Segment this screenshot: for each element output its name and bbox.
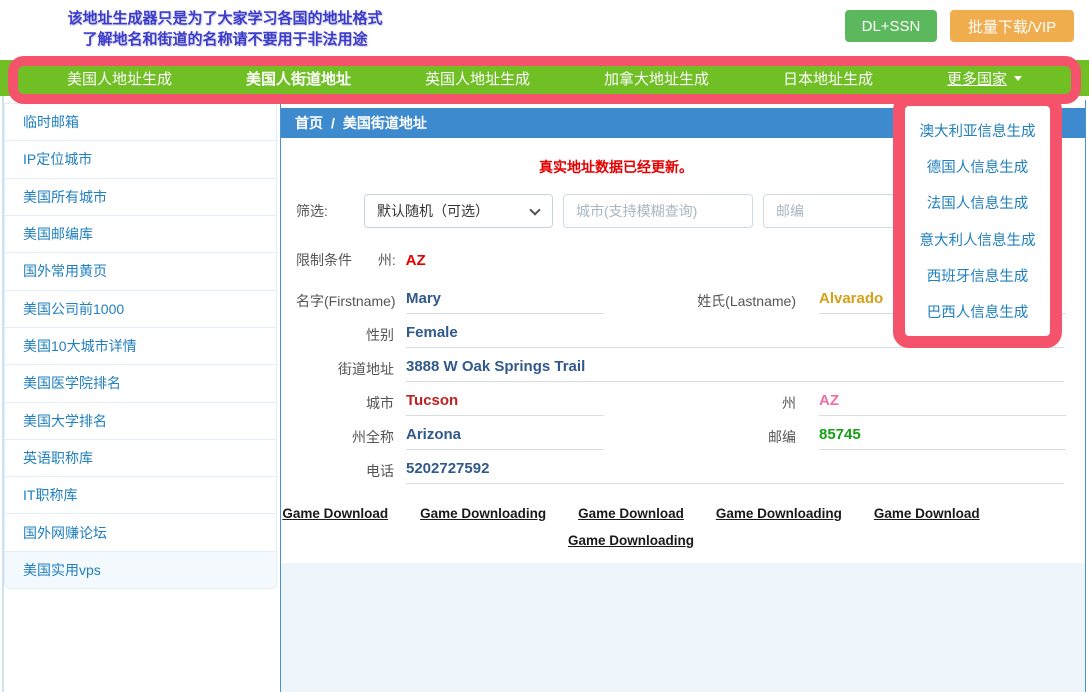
state-label: 州 bbox=[604, 390, 796, 416]
caret-down-icon bbox=[1014, 76, 1022, 81]
filter-label: 筛选: bbox=[296, 201, 336, 221]
data-updated-notice: 真实地址数据已经更新。 bbox=[281, 157, 951, 177]
form-row-street: 街道地址 3888 W Oak Springs Trail bbox=[296, 356, 1071, 382]
street-value[interactable]: 3888 W Oak Springs Trail bbox=[406, 356, 1064, 382]
game-link[interactable]: Game Download bbox=[874, 506, 980, 521]
main-navbar: 美国人地址生成 美国人街道地址 英国人地址生成 加拿大地址生成 日本地址生成 更… bbox=[0, 60, 1089, 96]
city-label: 城市 bbox=[296, 390, 394, 416]
state-full-value[interactable]: Arizona bbox=[406, 424, 604, 450]
sidebar-item-us-top10-cities[interactable]: 美国10大城市详情 bbox=[5, 328, 276, 365]
disclaimer-line-2: 了解地名和街道的名称请不要用于非法用途 bbox=[30, 29, 420, 50]
dropdown-item-italy[interactable]: 意大利人信息生成 bbox=[920, 229, 1036, 250]
breadcrumb-current: 美国街道地址 bbox=[343, 113, 427, 133]
disclaimer-line-1: 该地址生成器只是为了大家学习各国的地址格式 bbox=[30, 8, 420, 29]
form-row-statefull-zip: 州全称 Arizona 邮编 85745 bbox=[296, 424, 1071, 450]
state-full-label: 州全称 bbox=[296, 424, 394, 450]
street-label: 街道地址 bbox=[296, 356, 394, 382]
game-link[interactable]: Game Downloading bbox=[568, 533, 694, 548]
dropdown-item-germany[interactable]: 德国人信息生成 bbox=[927, 156, 1029, 177]
sidebar-item-it-job-titles[interactable]: IT职称库 bbox=[5, 477, 276, 514]
lastname-label: 姓氏(Lastname) bbox=[604, 288, 796, 314]
dropdown-item-spain[interactable]: 西班牙信息生成 bbox=[927, 265, 1029, 286]
firstname-label: 名字(Firstname) bbox=[296, 288, 394, 314]
site-disclaimer: 该地址生成器只是为了大家学习各国的地址格式 了解地名和街道的名称请不要用于非法用… bbox=[30, 8, 420, 50]
game-link[interactable]: Game Downloading bbox=[420, 506, 546, 521]
zip-label: 邮编 bbox=[604, 424, 796, 450]
state-value[interactable]: AZ bbox=[819, 390, 1066, 416]
nav-item-japan-address[interactable]: 日本地址生成 bbox=[783, 68, 873, 89]
breadcrumb-separator: / bbox=[331, 115, 335, 131]
sidebar: 临时邮箱 IP定位城市 美国所有城市 美国邮编库 国外常用黄页 美国公司前100… bbox=[4, 103, 277, 589]
nav-item-us-address[interactable]: 美国人地址生成 bbox=[67, 68, 172, 89]
dropdown-item-france[interactable]: 法国人信息生成 bbox=[927, 192, 1029, 213]
game-links-row-2: Game Downloading bbox=[301, 533, 961, 548]
nav-item-canada-address[interactable]: 加拿大地址生成 bbox=[604, 68, 709, 89]
more-countries-label: 更多国家 bbox=[947, 68, 1007, 89]
content-empty-area bbox=[281, 563, 1085, 692]
constraint-label: 限制条件 bbox=[296, 252, 352, 268]
game-link[interactable]: Game Downloading bbox=[716, 506, 842, 521]
zip-value[interactable]: 85745 bbox=[819, 424, 1066, 450]
sidebar-item-english-job-titles[interactable]: 英语职称库 bbox=[5, 440, 276, 477]
breadcrumb-home-link[interactable]: 首页 bbox=[295, 113, 323, 133]
sidebar-item-ip-city[interactable]: IP定位城市 bbox=[5, 141, 276, 178]
dropdown-item-brazil[interactable]: 巴西人信息生成 bbox=[927, 301, 1029, 322]
sidebar-item-us-university-ranking[interactable]: 美国大学排名 bbox=[5, 403, 276, 440]
random-mode-select-value: 默认随机（可选） bbox=[377, 201, 489, 221]
sidebar-item-yellow-pages[interactable]: 国外常用黄页 bbox=[5, 253, 276, 290]
sidebar-item-temp-mail[interactable]: 临时邮箱 bbox=[5, 104, 276, 141]
dropdown-item-australia[interactable]: 澳大利亚信息生成 bbox=[920, 120, 1036, 141]
sidebar-item-us-all-cities[interactable]: 美国所有城市 bbox=[5, 179, 276, 216]
sidebar-item-us-top1000-companies[interactable]: 美国公司前1000 bbox=[5, 291, 276, 328]
form-row-phone: 电话 5202727592 bbox=[296, 458, 1071, 484]
phone-value[interactable]: 5202727592 bbox=[406, 458, 1064, 484]
sidebar-item-us-vps[interactable]: 美国实用vps bbox=[5, 552, 276, 588]
phone-label: 电话 bbox=[296, 458, 394, 484]
sidebar-item-us-zipcodes[interactable]: 美国邮编库 bbox=[5, 216, 276, 253]
nav-item-us-street-address[interactable]: 美国人街道地址 bbox=[246, 68, 351, 89]
city-filter-input[interactable] bbox=[563, 194, 753, 228]
constraint-row: 限制条件 州: AZ bbox=[296, 250, 426, 270]
top-header: 该地址生成器只是为了大家学习各国的地址格式 了解地名和街道的名称请不要用于非法用… bbox=[0, 0, 1089, 60]
batch-download-vip-button[interactable]: 批量下载/VIP bbox=[950, 10, 1074, 42]
random-mode-select[interactable]: 默认随机（可选） bbox=[364, 194, 553, 228]
firstname-value[interactable]: Mary bbox=[406, 288, 604, 314]
more-countries-dropdown: 澳大利亚信息生成 德国人信息生成 法国人信息生成 意大利人信息生成 西班牙信息生… bbox=[893, 94, 1062, 348]
chevron-down-icon bbox=[529, 204, 540, 215]
sidebar-item-us-medical-schools[interactable]: 美国医学院排名 bbox=[5, 365, 276, 402]
city-value[interactable]: Tucson bbox=[406, 390, 604, 416]
nav-item-uk-address[interactable]: 英国人地址生成 bbox=[425, 68, 530, 89]
game-link[interactable]: Game Download bbox=[282, 506, 388, 521]
gender-label: 性别 bbox=[296, 322, 394, 348]
form-row-city-state: 城市 Tucson 州 AZ bbox=[296, 390, 1071, 416]
nav-item-more-countries[interactable]: 更多国家 bbox=[947, 68, 1022, 89]
dl-ssn-button[interactable]: DL+SSN bbox=[845, 10, 937, 42]
page: 该地址生成器只是为了大家学习各国的地址格式 了解地名和街道的名称请不要用于非法用… bbox=[0, 0, 1089, 692]
sidebar-item-forums[interactable]: 国外网赚论坛 bbox=[5, 514, 276, 551]
constraint-state-label: 州: bbox=[378, 252, 396, 268]
filter-row: 筛选: 默认随机（可选） bbox=[296, 194, 953, 228]
game-link[interactable]: Game Download bbox=[578, 506, 684, 521]
constraint-state-value: AZ bbox=[406, 252, 426, 269]
game-links-row-1: Game Download Game Downloading Game Down… bbox=[301, 506, 961, 521]
